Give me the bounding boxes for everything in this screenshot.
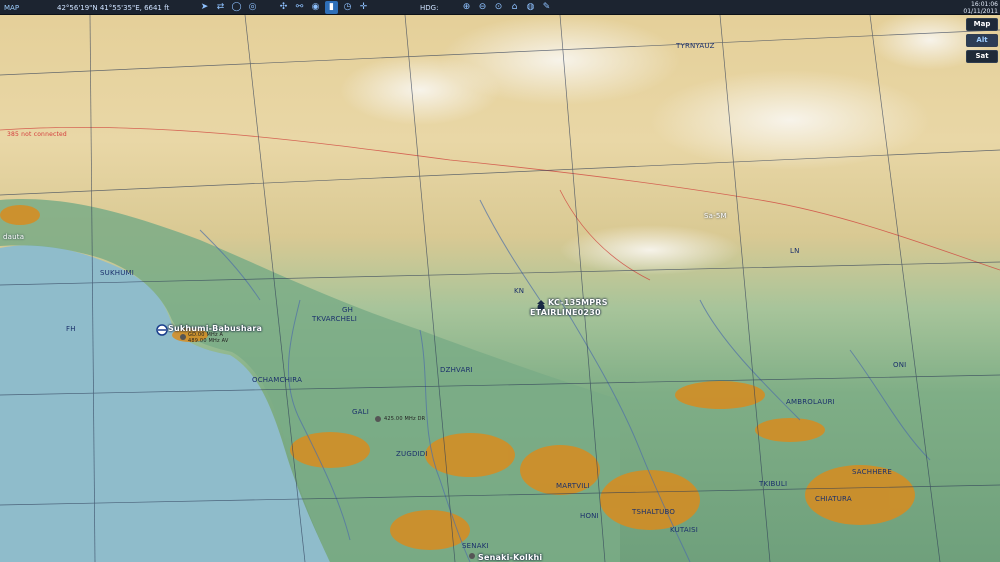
clock: 16:01:06 01/11/2011 <box>963 1 998 15</box>
label-ln: LN <box>790 247 800 255</box>
label-kn: KN <box>514 287 525 295</box>
label-zugdidi: ZUGDIDI <box>396 450 428 458</box>
zoom-out-icon[interactable]: ⊖ <box>476 1 489 14</box>
circle-icon[interactable]: ◯ <box>230 1 243 14</box>
clock-icon[interactable]: ◷ <box>341 1 354 14</box>
label-freq-2: 489.00 MHz AV <box>188 338 229 344</box>
signal-icon[interactable]: ◉ <box>309 1 322 14</box>
label-khoni: HONI <box>580 512 599 520</box>
terrain-map[interactable] <box>0 0 1000 562</box>
globe-icon[interactable]: ◍ <box>524 1 537 14</box>
label-oni: ONI <box>893 361 907 369</box>
label-not-connected: 385 not connected <box>7 131 67 138</box>
coordinates-readout: 42°56'19"N 41°55'35"E, 6641 ft <box>57 3 170 12</box>
label-freq-3: 425.00 MHz DR <box>384 416 426 422</box>
zoom-in-icon[interactable]: ⊕ <box>460 1 473 14</box>
alt-button[interactable]: Alt <box>966 34 998 47</box>
label-kutaisi: KUTAISI <box>670 526 699 534</box>
label-senaki: SENAKI <box>462 542 489 550</box>
label-aircraft-type[interactable]: KC-135MPRS <box>548 298 608 307</box>
label-fh: FH <box>66 325 76 333</box>
label-gh: GH <box>342 306 354 314</box>
airport-marker[interactable] <box>156 324 168 336</box>
label-sam-site[interactable]: Sa-5M <box>704 212 727 220</box>
clock-date: 01/11/2011 <box>963 8 998 15</box>
label-dauta: dauta <box>3 233 25 241</box>
label-sukhumi: SUKHUMI <box>100 269 135 277</box>
hdg-label: HDG: <box>420 3 439 12</box>
label-tkibuli: TKIBULI <box>759 480 788 488</box>
label-aircraft-callsign[interactable]: ETAIRLINE0230 <box>530 308 601 317</box>
crosshair-icon[interactable]: ✛ <box>357 1 370 14</box>
layers-icon[interactable]: ▮ <box>325 1 338 14</box>
label-chiatura: CHIATURA <box>815 495 852 503</box>
map-type-selector: Map Alt Sat <box>966 18 998 66</box>
toolbar-left-group: ➤ ⇄ ◯ ◎ <box>198 0 262 15</box>
label-martvili: MARTVILI <box>556 482 590 490</box>
target-icon[interactable]: ◎ <box>246 1 259 14</box>
label-ambrolauri: AMBROLAURI <box>786 398 835 406</box>
map-button[interactable]: Map <box>966 18 998 31</box>
toolbar-right-group: ⊕ ⊖ ⊙ ⌂ ◍ ✎ <box>460 0 556 15</box>
toolbar-mid-group: ✣ ⚯ ◉ ▮ ◷ ✛ <box>277 0 373 15</box>
sat-button[interactable]: Sat <box>966 50 998 63</box>
clock-time: 16:01:06 <box>971 1 998 8</box>
label-dzhvari: DZHVARI <box>440 366 473 374</box>
route-icon[interactable]: ⇄ <box>214 1 227 14</box>
zoom-fit-icon[interactable]: ⊙ <box>492 1 505 14</box>
label-kolkhi-airport[interactable]: Senaki-Kolkhi <box>478 553 542 562</box>
top-toolbar: MAP 42°56'19"N 41°55'35"E, 6641 ft ➤ ⇄ ◯… <box>0 0 1000 15</box>
label-tskaltubo: TSHALTUBO <box>632 508 676 516</box>
compass-icon[interactable]: ➤ <box>198 1 211 14</box>
home-icon[interactable]: ⌂ <box>508 1 521 14</box>
label-gali: GALI <box>352 408 369 416</box>
link-icon[interactable]: ⚯ <box>293 1 306 14</box>
label-sachhere: SACHHERE <box>852 468 892 476</box>
mode-label: MAP <box>4 3 20 12</box>
label-ochamchira: OCHAMCHIRA <box>252 376 303 384</box>
label-tyrnyauz: TYRNYAUZ <box>676 42 715 50</box>
label-tkvarcheli: TKVARCHELI <box>312 315 358 323</box>
wind-icon[interactable]: ✣ <box>277 1 290 14</box>
ruler-icon[interactable]: ✎ <box>540 1 553 14</box>
